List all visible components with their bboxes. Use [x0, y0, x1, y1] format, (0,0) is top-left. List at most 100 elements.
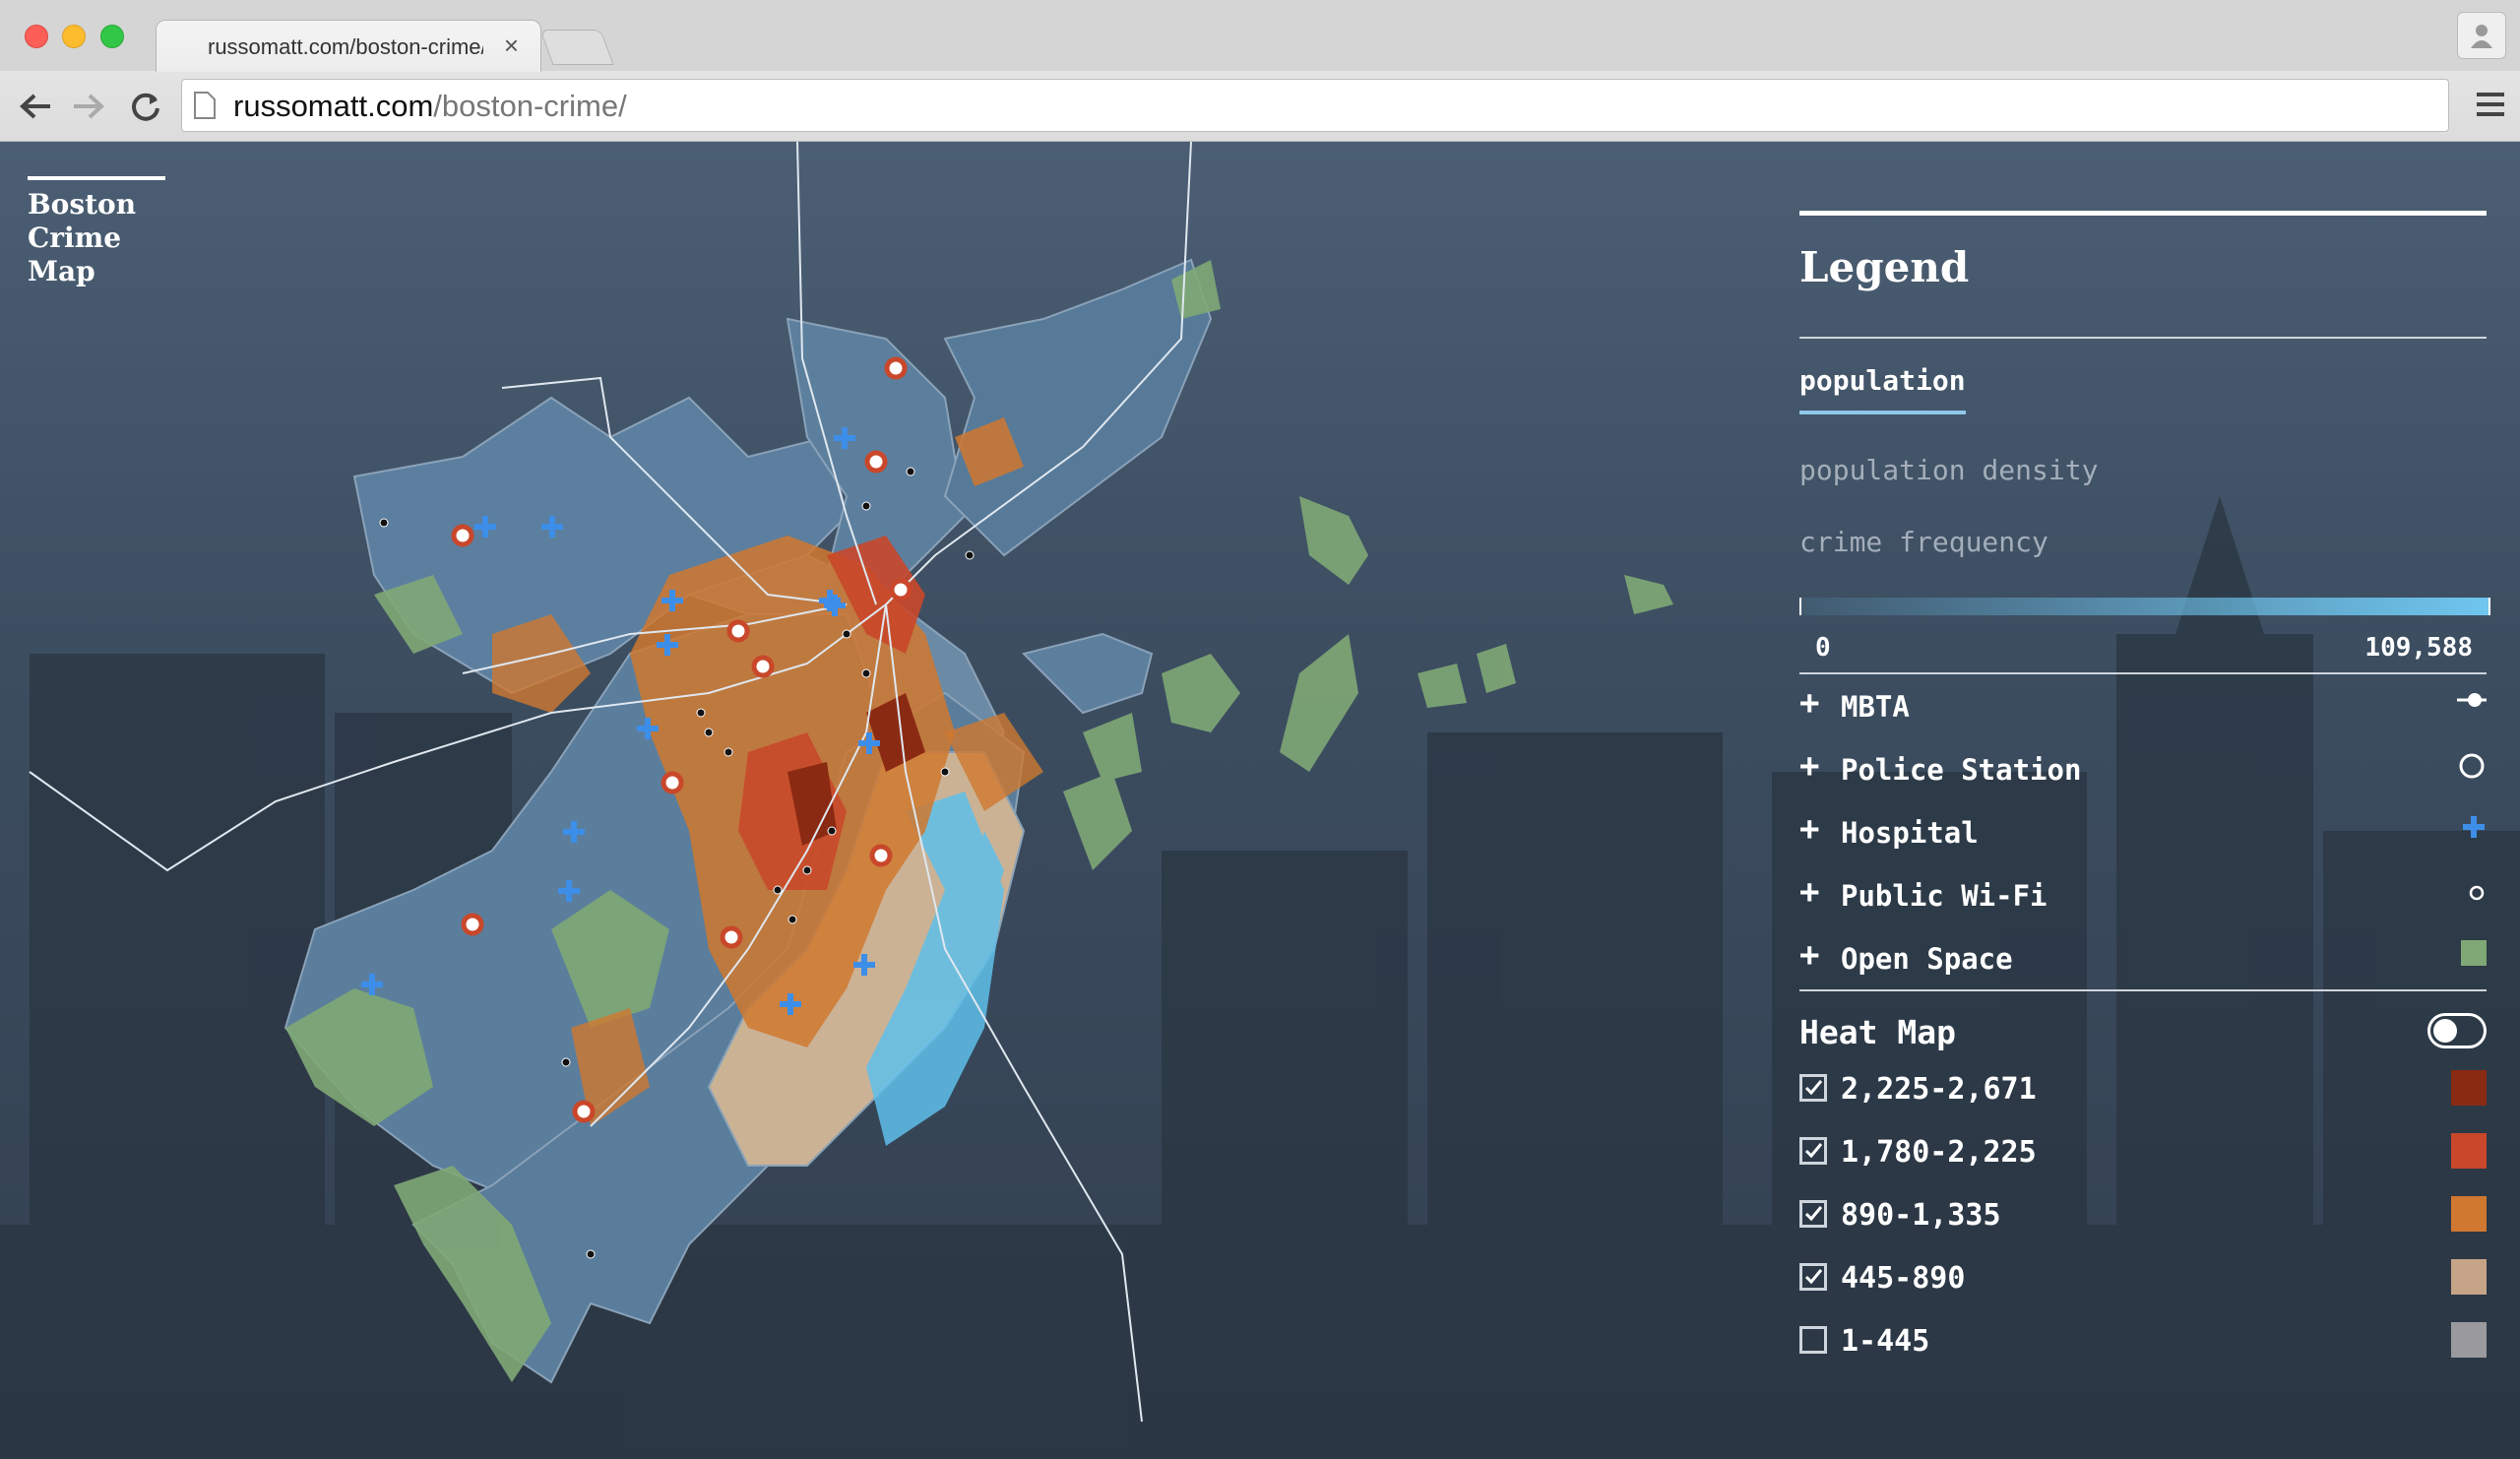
- wifi-marker[interactable]: [906, 467, 915, 476]
- forward-button[interactable]: [69, 87, 108, 126]
- heat-range-label: 1,780-2,225: [1841, 1135, 2037, 1170]
- plus-icon: +: [1799, 809, 1820, 849]
- plus-icon: +: [1799, 935, 1820, 975]
- window-minimize-button[interactable]: [62, 25, 86, 48]
- wifi-marker[interactable]: [861, 501, 871, 511]
- open-space: [1162, 654, 1240, 732]
- url-path: /boston-crime/: [433, 89, 627, 123]
- heat-range-row: 1-445: [1799, 1310, 2487, 1373]
- wifi-marker[interactable]: [773, 885, 783, 895]
- mbta-line-icon: [2457, 693, 2487, 707]
- open-space: [1299, 496, 1368, 585]
- police-station-marker[interactable]: [572, 1100, 596, 1123]
- profile-button[interactable]: [2457, 12, 2506, 59]
- checkmark-icon: [1804, 1269, 1823, 1285]
- heat-range-checkbox[interactable]: [1799, 1074, 1827, 1102]
- url-domain: russomatt.com: [233, 89, 434, 123]
- wifi-marker[interactable]: [861, 668, 871, 678]
- wifi-marker[interactable]: [827, 826, 837, 836]
- layer-toggle-hospital[interactable]: + Hospital: [1799, 800, 2487, 863]
- scale-gradient-bar: [1799, 598, 2490, 615]
- site-title-line: Crime: [28, 222, 122, 254]
- person-icon: [2471, 25, 2492, 48]
- browser-chrome: russomatt.com/boston-crime/ × russomatt.…: [0, 0, 2520, 142]
- browser-menu-button[interactable]: [2473, 87, 2508, 122]
- police-station-marker[interactable]: [461, 913, 484, 936]
- option-crime-frequency[interactable]: crime frequency: [1799, 526, 2487, 558]
- browser-tab[interactable]: russomatt.com/boston-crime/ ×: [156, 20, 541, 72]
- open-space: [1063, 772, 1132, 870]
- police-circle-icon: [2459, 753, 2485, 779]
- tab-population[interactable]: population: [1799, 364, 1966, 414]
- wifi-marker[interactable]: [802, 865, 812, 875]
- address-bar[interactable]: russomatt.com/boston-crime/: [181, 79, 2449, 132]
- scale-max-label: 109,588: [2364, 633, 2473, 663]
- legend-divider: [1799, 337, 2487, 339]
- tab-close-icon[interactable]: ×: [504, 31, 519, 61]
- district-shape: [943, 258, 1213, 557]
- hospital-cross-icon: [2463, 816, 2485, 838]
- option-population-density[interactable]: population density: [1799, 454, 2487, 486]
- open-space: [1477, 644, 1516, 693]
- police-station-marker[interactable]: [889, 578, 913, 602]
- wifi-marker[interactable]: [724, 747, 733, 757]
- police-station-marker[interactable]: [726, 619, 750, 643]
- layer-toggle-public-wifi[interactable]: + Public Wi-Fi: [1799, 863, 2487, 926]
- back-button[interactable]: [16, 87, 55, 126]
- heat-range-checkbox[interactable]: [1799, 1326, 1827, 1354]
- site-title-line: Boston: [28, 188, 137, 221]
- population-scale: 0 109,588: [1799, 598, 2490, 666]
- heat-range-checkbox[interactable]: [1799, 1200, 1827, 1228]
- new-tab-button[interactable]: [539, 30, 614, 65]
- legend-panel: Legend population population density cri…: [1799, 211, 2490, 1373]
- window-maximize-button[interactable]: [100, 25, 124, 48]
- heat-range-label: 2,225-2,671: [1841, 1072, 2037, 1107]
- open-space: [1418, 664, 1467, 708]
- window-close-button[interactable]: [25, 25, 48, 48]
- wifi-marker[interactable]: [788, 915, 797, 924]
- police-station-marker[interactable]: [451, 524, 474, 547]
- heat-range-checkbox[interactable]: [1799, 1263, 1827, 1291]
- police-station-marker[interactable]: [884, 356, 908, 380]
- reload-button[interactable]: [126, 87, 165, 126]
- heat-range-swatch: [2451, 1133, 2487, 1169]
- wifi-marker[interactable]: [842, 629, 851, 639]
- checkmark-icon: [1804, 1143, 1823, 1159]
- layer-toggle-police-station[interactable]: + Police Station: [1799, 737, 2487, 800]
- wifi-marker[interactable]: [940, 767, 950, 777]
- wifi-marker[interactable]: [704, 728, 714, 737]
- hamburger-icon: [2477, 93, 2504, 116]
- heat-range-checkbox[interactable]: [1799, 1137, 1827, 1165]
- heat-range-swatch: [2451, 1196, 2487, 1232]
- plus-icon: +: [1799, 683, 1820, 723]
- open-space: [1624, 575, 1673, 614]
- heat-range-swatch: [2451, 1259, 2487, 1295]
- layer-label: Hospital: [1841, 816, 1979, 850]
- district-shape: [1022, 632, 1154, 715]
- heat-map-title: Heat Map: [1799, 1013, 1956, 1051]
- police-station-marker[interactable]: [661, 771, 684, 794]
- wifi-marker[interactable]: [561, 1057, 571, 1067]
- layer-label: Police Station: [1841, 753, 2082, 787]
- checkmark-icon: [1804, 1080, 1823, 1096]
- heat-map-toggle[interactable]: [2427, 1013, 2487, 1048]
- wifi-marker[interactable]: [965, 550, 975, 560]
- site-title-line: Map: [28, 255, 95, 287]
- layer-toggle-open-space[interactable]: + Open Space: [1799, 926, 2487, 989]
- wifi-marker[interactable]: [379, 518, 389, 528]
- back-arrow-icon: [20, 94, 50, 119]
- police-station-marker[interactable]: [869, 844, 893, 867]
- layer-toggle-mbta[interactable]: + MBTA: [1799, 674, 2487, 737]
- wifi-marker[interactable]: [586, 1249, 596, 1259]
- wifi-marker[interactable]: [696, 708, 706, 718]
- tab-title: russomatt.com/boston-crime/: [208, 34, 483, 59]
- heat-range-label: 1-445: [1841, 1324, 1930, 1359]
- police-station-marker[interactable]: [864, 450, 888, 474]
- heat-range-row: 1,780-2,225: [1799, 1121, 2487, 1184]
- toggle-knob: [2433, 1019, 2457, 1043]
- police-station-marker[interactable]: [751, 655, 775, 678]
- forward-arrow-icon: [74, 94, 104, 119]
- page-icon: [194, 92, 216, 119]
- legend-top-rule: [1799, 211, 2487, 216]
- police-station-marker[interactable]: [720, 925, 743, 949]
